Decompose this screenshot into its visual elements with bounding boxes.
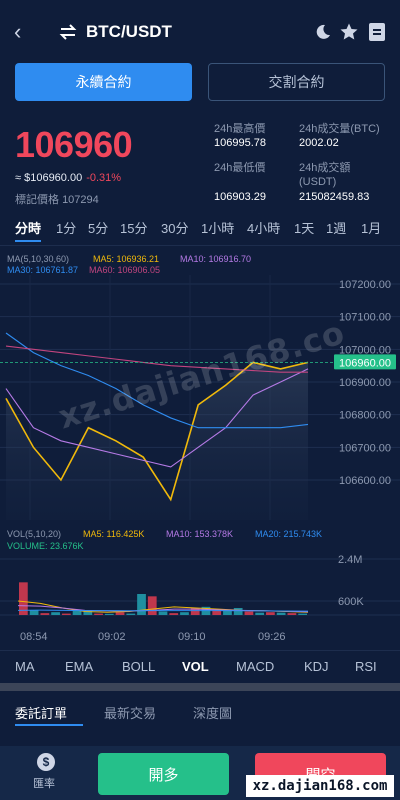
- stat-turnover-label-line1: 24h成交額: [299, 162, 351, 174]
- tab-perpetual-contract[interactable]: 永續合約: [15, 63, 192, 101]
- moon-icon[interactable]: [314, 23, 332, 41]
- tab-timeframe-1mo[interactable]: 1月: [361, 218, 381, 237]
- timeframe-active-underline: [15, 240, 41, 242]
- tab-indicator-boll[interactable]: BOLL: [122, 659, 155, 674]
- current-price-tag: 106960.00: [339, 357, 391, 369]
- volume-bar: [169, 613, 179, 615]
- volume-ma-line: [17, 609, 309, 612]
- swap-icon[interactable]: [58, 22, 78, 42]
- volume-bar: [40, 613, 50, 615]
- stat-turnover-label-line2: (USDT): [299, 176, 337, 188]
- stat-high-label: 24h最高價: [214, 123, 266, 135]
- dollar-icon[interactable]: $: [37, 753, 55, 771]
- volume-axis-label: 600K: [338, 596, 364, 608]
- approx-price: ≈ $106960.00 -0.31%: [15, 172, 121, 184]
- volume-bar: [126, 613, 136, 615]
- tab-indicator-kdj[interactable]: KDJ: [304, 659, 329, 674]
- tab-indicator-ema[interactable]: EMA: [65, 659, 93, 674]
- time-axis-label: 09:26: [258, 631, 286, 643]
- timeframe-tabs: 分時 1分 5分 15分 30分 1小時 4小時 1天 1週 1月: [0, 218, 400, 240]
- stat-turnover-label: 24h成交額 (USDT): [299, 161, 350, 189]
- last-price: 106960: [15, 124, 133, 165]
- volume-bar: [244, 611, 254, 615]
- mark-price-value: 107294: [62, 194, 99, 206]
- open-long-button[interactable]: 開多: [98, 753, 229, 795]
- tab-timeframe-1w[interactable]: 1週: [326, 218, 346, 237]
- volume-bar: [276, 612, 286, 615]
- volume-bar: [115, 612, 125, 615]
- volume-bar: [104, 613, 114, 615]
- star-icon[interactable]: [339, 22, 359, 42]
- order-tab-underline: [15, 724, 83, 726]
- price-axis-label: 107200.00: [339, 279, 391, 291]
- volume-bar: [287, 613, 297, 615]
- time-axis-label: 09:10: [178, 631, 206, 643]
- tab-indicator-rsi[interactable]: RSI: [355, 659, 377, 674]
- tab-latest-trades[interactable]: 最新交易: [104, 703, 156, 722]
- volume-bar: [298, 613, 307, 615]
- tab-open-orders[interactable]: 委託訂單: [15, 703, 67, 722]
- stat-turnover-value: 215082459.83: [299, 191, 370, 203]
- tab-timeframe-line[interactable]: 分時: [15, 218, 41, 237]
- tab-timeframe-1d[interactable]: 1天: [294, 218, 314, 237]
- price-axis-label: 106800.00: [339, 410, 391, 422]
- volume-axis-label: 2.4M: [338, 554, 362, 566]
- price-change: -0.31%: [86, 172, 122, 184]
- watermark-banner: xz.dajian168.com: [246, 775, 394, 797]
- tab-timeframe-1h[interactable]: 1小時: [201, 218, 234, 237]
- tab-depth-chart[interactable]: 深度圖: [193, 703, 232, 722]
- volume-bar: [255, 612, 265, 615]
- doc-icon[interactable]: [369, 23, 385, 41]
- tab-delivery-contract[interactable]: 交割合約: [208, 63, 385, 101]
- time-axis-label: 08:54: [20, 631, 48, 643]
- rate-label[interactable]: 匯率: [33, 775, 55, 791]
- tab-timeframe-15m[interactable]: 15分: [120, 218, 147, 237]
- volume-bar: [61, 613, 71, 615]
- stat-vol-value: 2002.02: [299, 137, 339, 149]
- volume-bar: [223, 610, 232, 615]
- section-separator: [0, 683, 400, 691]
- volume-bar: [147, 596, 157, 615]
- volume-bar: [29, 610, 39, 615]
- volume-bar: [180, 612, 189, 615]
- price-axis-label: 106700.00: [339, 442, 391, 454]
- stat-high-value: 106995.78: [214, 137, 266, 149]
- volume-bar: [94, 613, 103, 615]
- tab-timeframe-30m[interactable]: 30分: [161, 218, 188, 237]
- volume-bar: [266, 612, 275, 615]
- tab-indicator-ma[interactable]: MA: [15, 659, 35, 674]
- pair-title[interactable]: BTC/USDT: [86, 22, 172, 42]
- mark-price: 標記價格 107294: [15, 191, 99, 207]
- back-icon[interactable]: ‹: [14, 20, 34, 44]
- price-axis-label: 106600.00: [339, 475, 391, 487]
- tab-timeframe-4h[interactable]: 4小時: [247, 218, 280, 237]
- time-axis-label: 09:02: [98, 631, 126, 643]
- volume-bar: [233, 608, 243, 615]
- stat-low-value: 106903.29: [214, 191, 266, 203]
- tab-timeframe-1m[interactable]: 1分: [56, 218, 76, 237]
- header: ‹ BTC/USDT: [0, 0, 400, 64]
- tab-indicator-vol[interactable]: VOL: [182, 659, 209, 674]
- volume-bar: [158, 611, 168, 615]
- price-axis-label: 106900.00: [339, 377, 391, 389]
- stat-vol-label: 24h成交量(BTC): [299, 123, 380, 135]
- volume-bar: [51, 612, 60, 615]
- tab-indicator-macd[interactable]: MACD: [236, 659, 274, 674]
- indicator-tabs: MA EMA BOLL VOL MACD KDJ RSI: [0, 650, 400, 682]
- tab-timeframe-5m[interactable]: 5分: [88, 218, 108, 237]
- price-axis-label: 107100.00: [339, 312, 391, 324]
- stat-low-label: 24h最低價: [214, 162, 266, 174]
- volume-bar: [137, 594, 146, 615]
- mark-price-label: 標記價格: [15, 194, 59, 206]
- approx-usd: ≈ $106960.00: [15, 172, 83, 184]
- volume-chart[interactable]: 2.4M 600K 08:54 09:02 09:10 09:26: [0, 520, 400, 650]
